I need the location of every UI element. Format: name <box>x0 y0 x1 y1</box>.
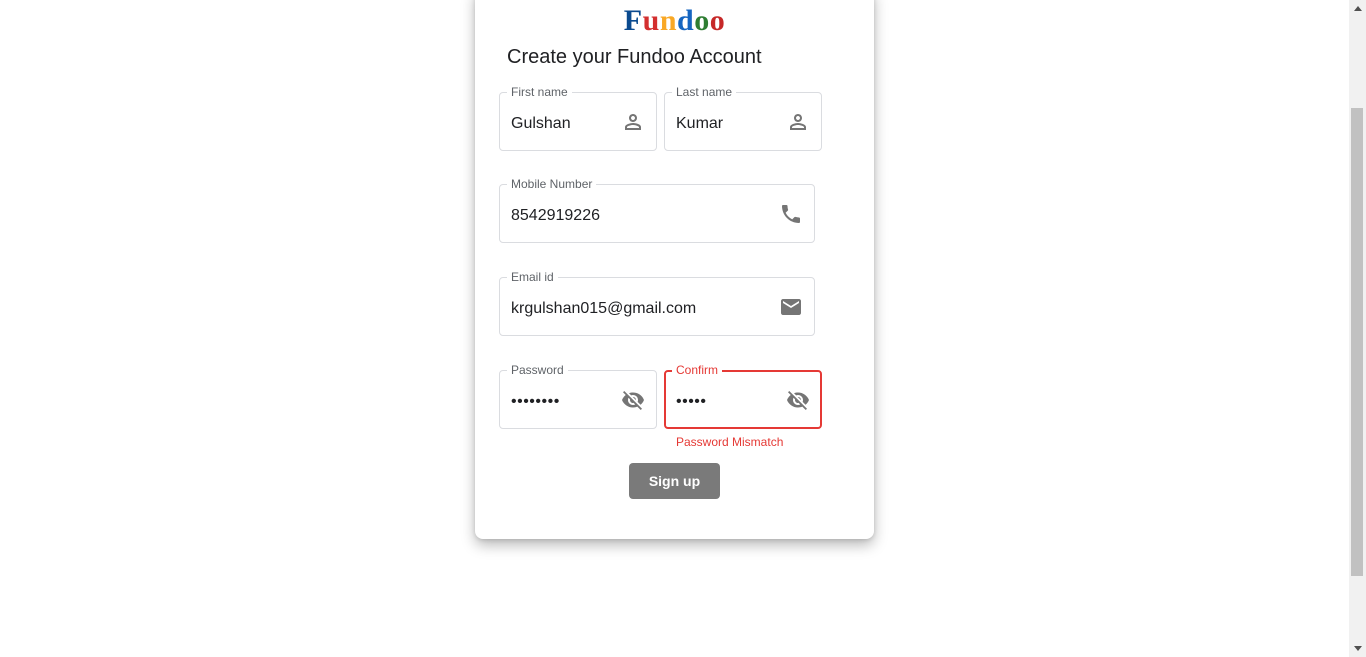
logo-letter: u <box>642 4 660 37</box>
person-icon <box>786 110 810 134</box>
fundoo-logo: Fundoo <box>475 4 874 38</box>
last-name-field[interactable]: Last name <box>664 84 822 151</box>
logo-letter: o <box>709 4 726 37</box>
first-name-label: First name <box>507 84 572 100</box>
email-label: Email id <box>507 269 558 285</box>
scroll-down-arrow-icon[interactable] <box>1349 640 1366 657</box>
confirm-password-label: Confirm <box>672 362 723 378</box>
scrollbar-thumb[interactable] <box>1351 108 1363 576</box>
password-field[interactable]: Password <box>499 362 657 429</box>
eye-off-icon[interactable] <box>786 388 810 412</box>
phone-icon <box>779 202 803 226</box>
email-field[interactable]: Email id <box>499 269 815 336</box>
logo-letter: n <box>659 4 677 37</box>
last-name-input[interactable] <box>676 113 776 135</box>
vertical-scrollbar[interactable] <box>1349 0 1366 657</box>
sign-up-button[interactable]: Sign up <box>629 463 720 499</box>
mobile-number-field[interactable]: Mobile Number <box>499 176 815 243</box>
password-input[interactable] <box>511 391 611 413</box>
confirm-password-input[interactable] <box>676 391 776 413</box>
page-title: Create your Fundoo Account <box>507 46 762 68</box>
mobile-number-label: Mobile Number <box>507 176 597 192</box>
last-name-label: Last name <box>672 84 737 100</box>
password-label: Password <box>507 362 568 378</box>
first-name-field[interactable]: First name <box>499 84 657 151</box>
logo-letter: d <box>677 4 695 37</box>
logo-letter: F <box>623 4 643 37</box>
password-mismatch-error: Password Mismatch <box>676 435 784 449</box>
email-input[interactable] <box>511 298 761 320</box>
mobile-number-input[interactable] <box>511 205 761 227</box>
person-icon <box>621 110 645 134</box>
signup-card: Fundoo Create your Fundoo Account First … <box>475 0 874 539</box>
first-name-input[interactable] <box>511 113 611 135</box>
confirm-password-field[interactable]: Confirm <box>664 362 822 429</box>
eye-off-icon[interactable] <box>621 388 645 412</box>
scroll-up-arrow-icon[interactable] <box>1349 0 1366 17</box>
logo-letter: o <box>694 4 710 37</box>
mail-icon <box>779 295 803 319</box>
